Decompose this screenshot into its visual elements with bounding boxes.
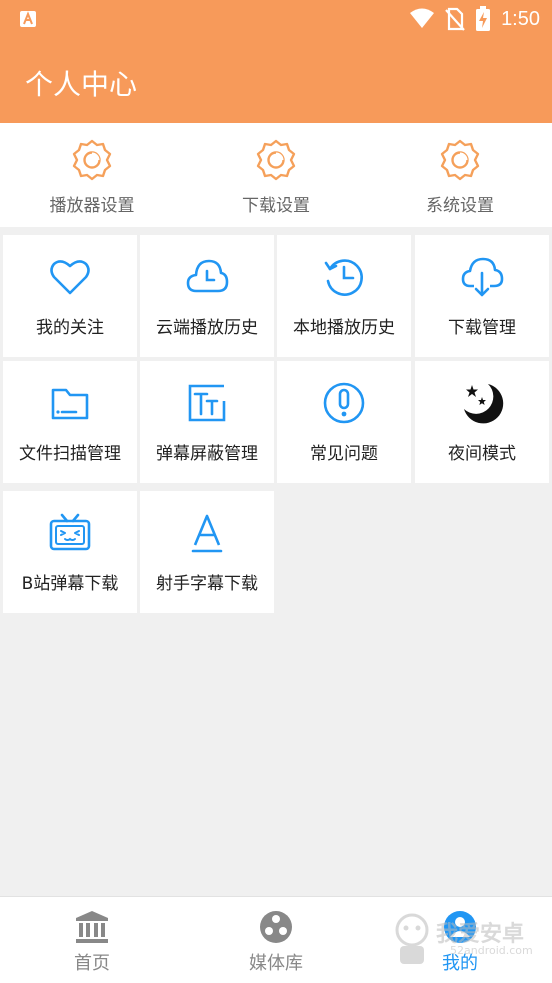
cloud-history-button[interactable]: 云端播放历史 <box>140 235 274 357</box>
player-settings-button[interactable]: 播放器设置 <box>0 123 184 227</box>
setting-label: 系统设置 <box>426 196 494 216</box>
nav-label: 媒体库 <box>249 953 303 974</box>
nav-media-library[interactable]: 媒体库 <box>184 897 368 983</box>
night-mode-button[interactable]: 夜间模式 <box>415 361 549 483</box>
bilibili-danmaku-button[interactable]: B站弹幕下载 <box>3 491 137 613</box>
page-title: 个人中心 <box>25 68 138 101</box>
a-icon <box>20 11 36 27</box>
file-scan-button[interactable]: 文件扫描管理 <box>3 361 137 483</box>
gear-icon <box>440 139 480 181</box>
film-reel-icon <box>260 911 292 943</box>
watermark-sub: 52android.com <box>450 944 533 957</box>
grid-label: 下载管理 <box>448 318 516 338</box>
history-clock-icon <box>324 259 363 296</box>
android-mascot-icon <box>395 913 429 964</box>
status-time: 1:50 <box>501 7 540 30</box>
setting-label: 下载设置 <box>242 196 310 216</box>
grid-label: 常见问题 <box>310 444 378 464</box>
grid-label: 弹幕屏蔽管理 <box>156 444 258 464</box>
gear-icon <box>256 139 296 181</box>
grid-label: 夜间模式 <box>448 444 516 464</box>
download-settings-button[interactable]: 下载设置 <box>184 123 368 227</box>
download-manager-button[interactable]: 下载管理 <box>415 235 549 357</box>
battery-charging-icon <box>476 6 491 31</box>
danmaku-block-button[interactable]: 弹幕屏蔽管理 <box>140 361 274 483</box>
settings-row: 播放器设置 下载设置 系统设置 <box>0 123 552 227</box>
nav-label: 首页 <box>74 953 110 974</box>
cloud-clock-icon <box>186 259 229 293</box>
heart-icon <box>50 260 90 295</box>
text-block-icon <box>188 384 226 422</box>
wifi-icon <box>410 8 435 28</box>
nav-home[interactable]: 首页 <box>0 897 184 983</box>
bank-icon <box>76 911 108 943</box>
letter-a-icon <box>191 514 223 553</box>
no-sim-icon <box>445 7 465 31</box>
local-history-button[interactable]: 本地播放历史 <box>277 235 411 357</box>
folder-icon <box>51 388 89 420</box>
moon-stars-icon <box>464 384 504 424</box>
grid-label: 云端播放历史 <box>156 318 258 338</box>
watermark: 我爱安卓 52android.com <box>390 910 540 970</box>
setting-label: 播放器设置 <box>49 196 135 216</box>
grid-label: 射手字幕下载 <box>156 574 258 594</box>
shooter-subtitle-button[interactable]: 射手字幕下载 <box>140 491 274 613</box>
faq-button[interactable]: 常见问题 <box>277 361 411 483</box>
my-follows-button[interactable]: 我的关注 <box>3 235 137 357</box>
grid-label: B站弹幕下载 <box>21 574 119 594</box>
grid-label: 本地播放历史 <box>293 318 395 338</box>
grid-label: 我的关注 <box>36 318 104 338</box>
app-bar: 个人中心 <box>0 38 552 123</box>
cloud-download-icon <box>461 257 504 297</box>
grid-label: 文件扫描管理 <box>19 444 121 464</box>
status-bar: 1:50 <box>0 0 552 38</box>
exclamation-icon <box>323 382 365 424</box>
tv-icon <box>49 513 91 551</box>
system-settings-button[interactable]: 系统设置 <box>368 123 552 227</box>
gear-icon <box>72 139 112 181</box>
